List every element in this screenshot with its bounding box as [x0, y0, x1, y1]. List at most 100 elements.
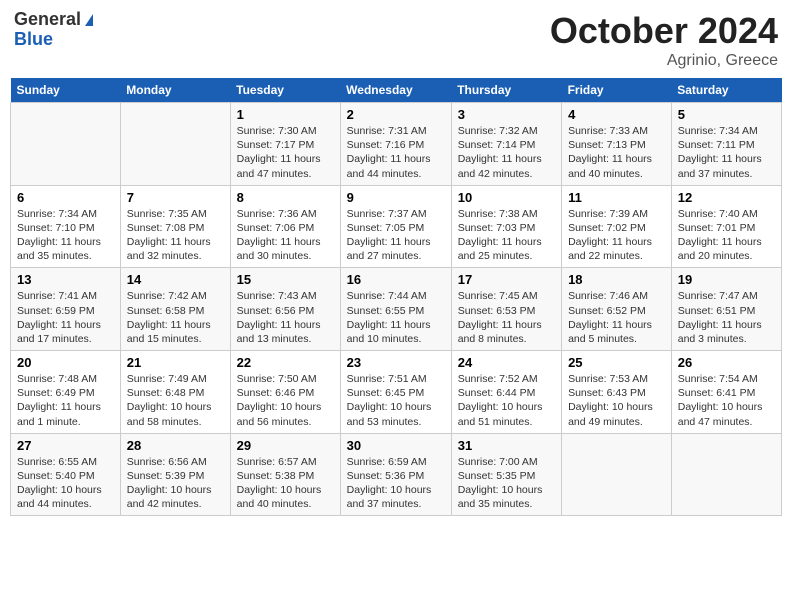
- calendar-cell: 14Sunrise: 7:42 AMSunset: 6:58 PMDayligh…: [120, 268, 230, 351]
- day-number: 21: [127, 355, 224, 370]
- calendar-cell: 12Sunrise: 7:40 AMSunset: 7:01 PMDayligh…: [671, 185, 781, 268]
- calendar-week-row: 1 Sunrise: 7:30 AMSunset: 7:17 PMDaylight…: [11, 103, 782, 186]
- day-info: Sunrise: 6:55 AMSunset: 5:40 PMDaylight:…: [17, 455, 114, 512]
- logo-icon: [85, 14, 93, 26]
- day-info: Sunrise: 7:54 AMSunset: 6:41 PMDaylight:…: [678, 372, 775, 429]
- calendar-week-row: 20 Sunrise: 7:48 AMSunset: 6:49 PMDayligh…: [11, 351, 782, 434]
- calendar-cell: 26 Sunrise: 7:54 AMSunset: 6:41 PMDayligh…: [671, 351, 781, 434]
- weekday-header-sunday: Sunday: [11, 78, 121, 103]
- day-number: 29: [237, 438, 334, 453]
- calendar-cell: 31 Sunrise: 7:00 AMSunset: 5:35 PMDayligh…: [451, 433, 561, 516]
- day-info: Sunrise: 7:37 AMSunset: 7:05 PMDaylight:…: [347, 207, 445, 264]
- day-number: 5: [678, 107, 775, 122]
- calendar-cell: 28 Sunrise: 6:56 AMSunset: 5:39 PMDayligh…: [120, 433, 230, 516]
- calendar-table: SundayMondayTuesdayWednesdayThursdayFrid…: [10, 78, 782, 516]
- weekday-header-saturday: Saturday: [671, 78, 781, 103]
- day-info: Sunrise: 7:46 AMSunset: 6:52 PMDaylight:…: [568, 289, 665, 346]
- day-info: Sunrise: 7:48 AMSunset: 6:49 PMDaylight:…: [17, 372, 114, 429]
- weekday-header-monday: Monday: [120, 78, 230, 103]
- day-info: Sunrise: 7:32 AMSunset: 7:14 PMDaylight:…: [458, 124, 555, 181]
- day-number: 7: [127, 190, 224, 205]
- day-info: Sunrise: 7:00 AMSunset: 5:35 PMDaylight:…: [458, 455, 555, 512]
- day-number: 17: [458, 272, 555, 287]
- day-number: 20: [17, 355, 114, 370]
- day-info: Sunrise: 7:34 AMSunset: 7:10 PMDaylight:…: [17, 207, 114, 264]
- day-info: Sunrise: 7:38 AMSunset: 7:03 PMDaylight:…: [458, 207, 555, 264]
- day-number: 19: [678, 272, 775, 287]
- calendar-cell: 11Sunrise: 7:39 AMSunset: 7:02 PMDayligh…: [562, 185, 672, 268]
- month-title: October 2024: [550, 10, 778, 52]
- logo-blue-text: Blue: [14, 29, 53, 49]
- day-number: 3: [458, 107, 555, 122]
- calendar-cell: 30 Sunrise: 6:59 AMSunset: 5:36 PMDayligh…: [340, 433, 451, 516]
- weekday-header-wednesday: Wednesday: [340, 78, 451, 103]
- calendar-week-row: 13 Sunrise: 7:41 AMSunset: 6:59 PMDayligh…: [11, 268, 782, 351]
- calendar-cell: 6 Sunrise: 7:34 AMSunset: 7:10 PMDaylight…: [11, 185, 121, 268]
- calendar-cell: 22 Sunrise: 7:50 AMSunset: 6:46 PMDayligh…: [230, 351, 340, 434]
- calendar-cell: 20 Sunrise: 7:48 AMSunset: 6:49 PMDayligh…: [11, 351, 121, 434]
- calendar-cell: 19Sunrise: 7:47 AMSunset: 6:51 PMDayligh…: [671, 268, 781, 351]
- day-number: 16: [347, 272, 445, 287]
- calendar-cell: 16 Sunrise: 7:44 AMSunset: 6:55 PMDayligh…: [340, 268, 451, 351]
- calendar-cell: 13 Sunrise: 7:41 AMSunset: 6:59 PMDayligh…: [11, 268, 121, 351]
- day-number: 24: [458, 355, 555, 370]
- day-info: Sunrise: 6:57 AMSunset: 5:38 PMDaylight:…: [237, 455, 334, 512]
- calendar-cell: 23Sunrise: 7:51 AMSunset: 6:45 PMDayligh…: [340, 351, 451, 434]
- calendar-cell: 3 Sunrise: 7:32 AMSunset: 7:14 PMDaylight…: [451, 103, 561, 186]
- calendar-cell: [562, 433, 672, 516]
- day-number: 27: [17, 438, 114, 453]
- day-info: Sunrise: 7:39 AMSunset: 7:02 PMDaylight:…: [568, 207, 665, 264]
- calendar-cell: 9 Sunrise: 7:37 AMSunset: 7:05 PMDaylight…: [340, 185, 451, 268]
- day-info: Sunrise: 7:31 AMSunset: 7:16 PMDaylight:…: [347, 124, 445, 181]
- calendar-cell: 4Sunrise: 7:33 AMSunset: 7:13 PMDaylight…: [562, 103, 672, 186]
- day-number: 9: [347, 190, 445, 205]
- page-header: General Blue October 2024 Agrinio, Greec…: [10, 10, 782, 70]
- day-number: 18: [568, 272, 665, 287]
- day-number: 31: [458, 438, 555, 453]
- day-number: 15: [237, 272, 334, 287]
- day-number: 1: [237, 107, 334, 122]
- logo-general-text: General: [14, 9, 81, 29]
- day-number: 30: [347, 438, 445, 453]
- day-info: Sunrise: 7:41 AMSunset: 6:59 PMDaylight:…: [17, 289, 114, 346]
- day-info: Sunrise: 7:34 AMSunset: 7:11 PMDaylight:…: [678, 124, 775, 181]
- day-number: 6: [17, 190, 114, 205]
- day-number: 10: [458, 190, 555, 205]
- day-info: Sunrise: 7:30 AMSunset: 7:17 PMDaylight:…: [237, 124, 334, 181]
- day-info: Sunrise: 7:42 AMSunset: 6:58 PMDaylight:…: [127, 289, 224, 346]
- calendar-cell: [671, 433, 781, 516]
- day-number: 13: [17, 272, 114, 287]
- day-number: 25: [568, 355, 665, 370]
- calendar-cell: [120, 103, 230, 186]
- day-info: Sunrise: 7:45 AMSunset: 6:53 PMDaylight:…: [458, 289, 555, 346]
- calendar-cell: 25Sunrise: 7:53 AMSunset: 6:43 PMDayligh…: [562, 351, 672, 434]
- calendar-cell: 10 Sunrise: 7:38 AMSunset: 7:03 PMDayligh…: [451, 185, 561, 268]
- day-number: 28: [127, 438, 224, 453]
- day-info: Sunrise: 6:56 AMSunset: 5:39 PMDaylight:…: [127, 455, 224, 512]
- day-info: Sunrise: 7:49 AMSunset: 6:48 PMDaylight:…: [127, 372, 224, 429]
- calendar-cell: 1 Sunrise: 7:30 AMSunset: 7:17 PMDaylight…: [230, 103, 340, 186]
- day-number: 2: [347, 107, 445, 122]
- calendar-cell: 18 Sunrise: 7:46 AMSunset: 6:52 PMDayligh…: [562, 268, 672, 351]
- weekday-header-friday: Friday: [562, 78, 672, 103]
- logo: General Blue: [14, 10, 93, 50]
- calendar-week-row: 27 Sunrise: 6:55 AMSunset: 5:40 PMDayligh…: [11, 433, 782, 516]
- day-number: 22: [237, 355, 334, 370]
- day-number: 26: [678, 355, 775, 370]
- calendar-cell: 24Sunrise: 7:52 AMSunset: 6:44 PMDayligh…: [451, 351, 561, 434]
- day-info: Sunrise: 7:40 AMSunset: 7:01 PMDaylight:…: [678, 207, 775, 264]
- day-info: Sunrise: 7:35 AMSunset: 7:08 PMDaylight:…: [127, 207, 224, 264]
- day-info: Sunrise: 7:43 AMSunset: 6:56 PMDaylight:…: [237, 289, 334, 346]
- weekday-header-row: SundayMondayTuesdayWednesdayThursdayFrid…: [11, 78, 782, 103]
- calendar-cell: 15 Sunrise: 7:43 AMSunset: 6:56 PMDayligh…: [230, 268, 340, 351]
- day-info: Sunrise: 6:59 AMSunset: 5:36 PMDaylight:…: [347, 455, 445, 512]
- calendar-cell: [11, 103, 121, 186]
- calendar-cell: 27 Sunrise: 6:55 AMSunset: 5:40 PMDayligh…: [11, 433, 121, 516]
- calendar-week-row: 6 Sunrise: 7:34 AMSunset: 7:10 PMDaylight…: [11, 185, 782, 268]
- day-info: Sunrise: 7:33 AMSunset: 7:13 PMDaylight:…: [568, 124, 665, 181]
- day-number: 23: [347, 355, 445, 370]
- title-block: October 2024 Agrinio, Greece: [550, 10, 778, 70]
- calendar-cell: 2 Sunrise: 7:31 AMSunset: 7:16 PMDaylight…: [340, 103, 451, 186]
- day-info: Sunrise: 7:50 AMSunset: 6:46 PMDaylight:…: [237, 372, 334, 429]
- day-info: Sunrise: 7:44 AMSunset: 6:55 PMDaylight:…: [347, 289, 445, 346]
